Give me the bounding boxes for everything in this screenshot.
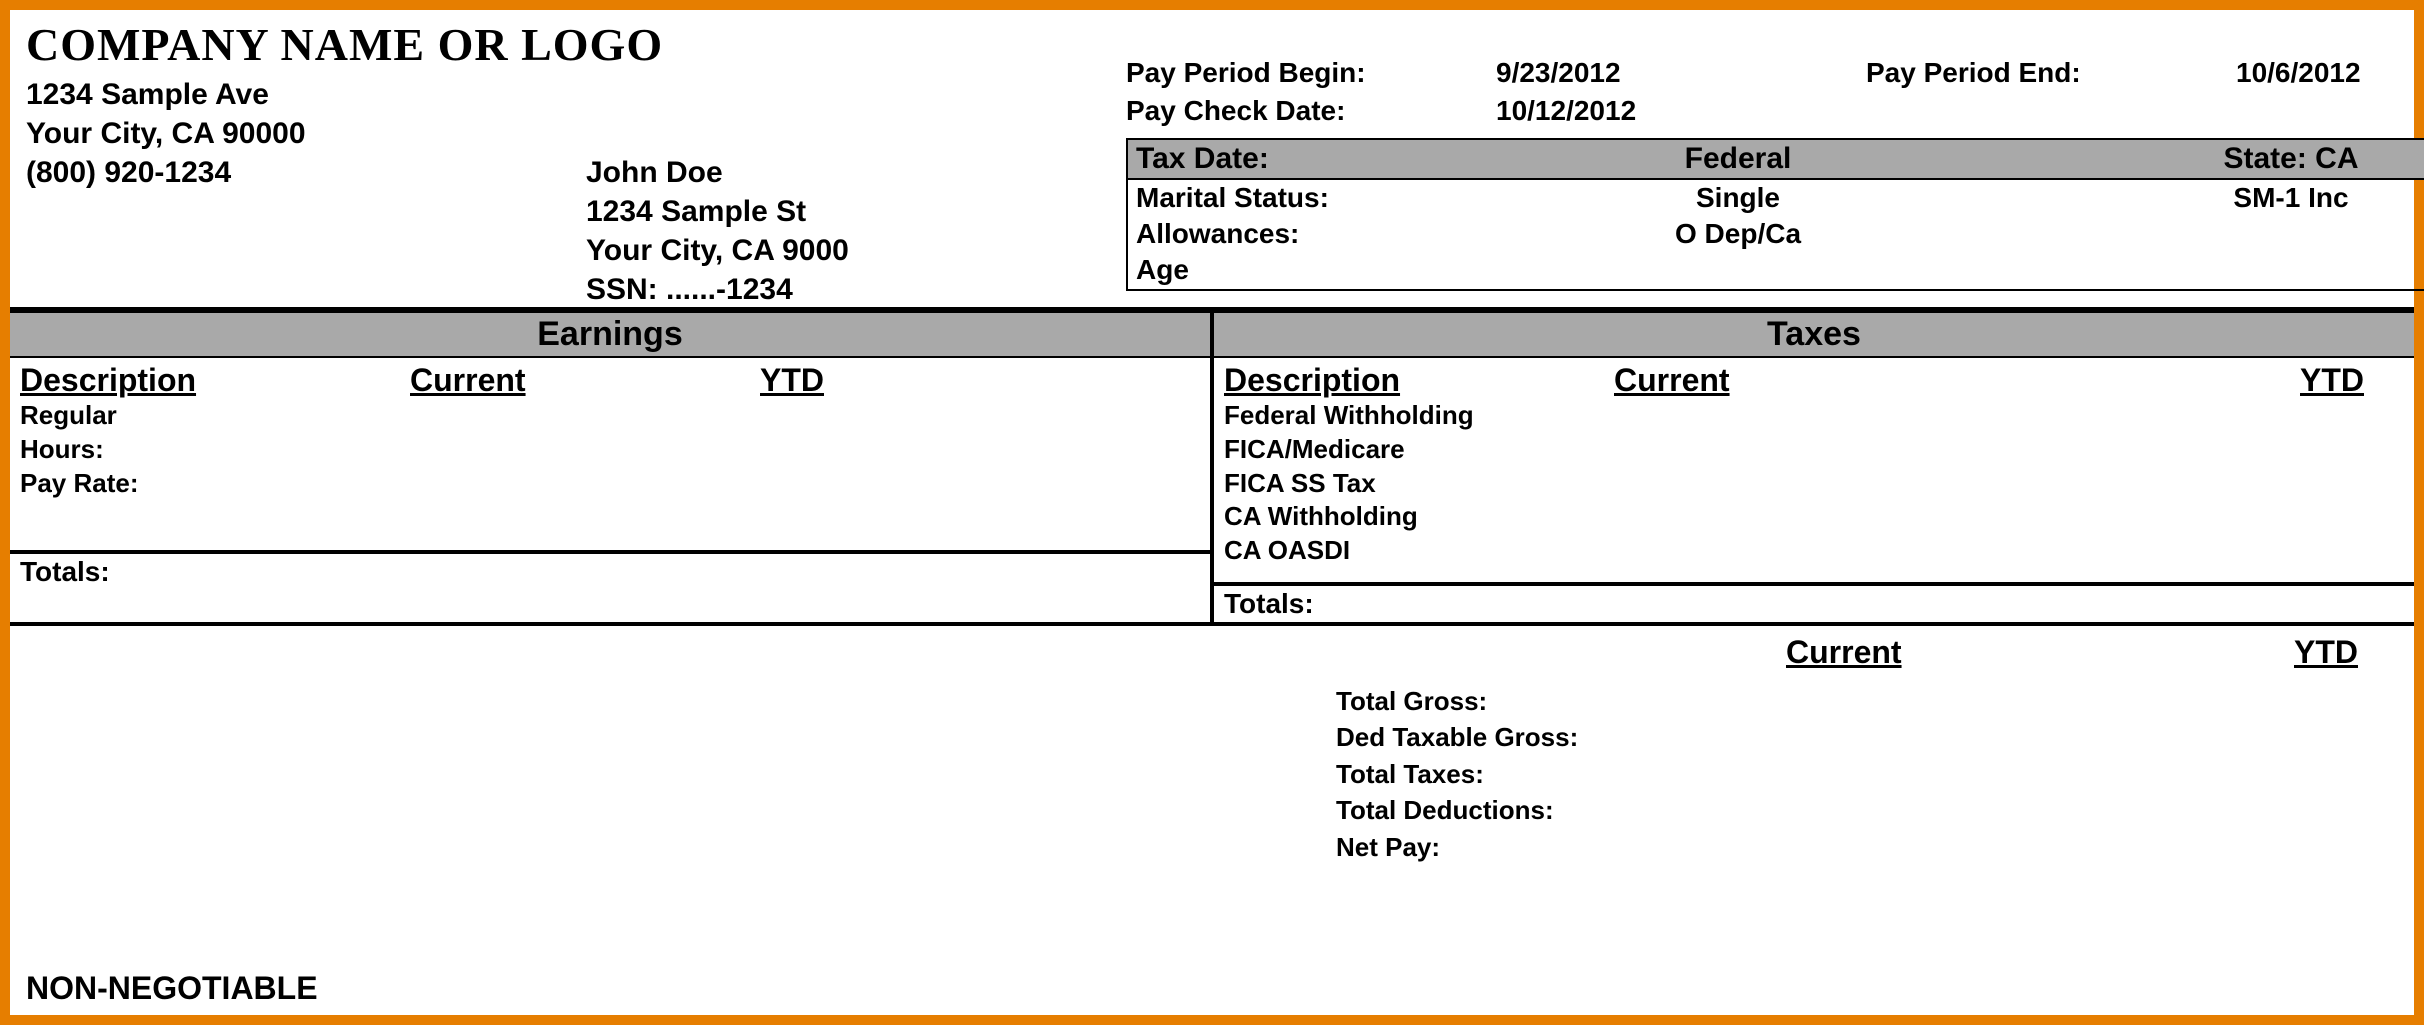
earnings-taxes-section: Earnings Description Current YTD Regular… xyxy=(10,307,2414,626)
company-phone: (800) 920-1234 xyxy=(26,153,586,192)
summary-row: Ded Taxable Gross: xyxy=(1226,719,2398,755)
period-tax-block: Pay Period Begin: 9/23/2012 Pay Period E… xyxy=(1126,18,2424,309)
summary-ytd-header: YTD xyxy=(2206,634,2398,671)
earnings-current-header: Current xyxy=(410,362,760,399)
earnings-totals: Totals: xyxy=(10,550,1210,590)
total-taxes-label: Total Taxes: xyxy=(1226,756,1786,792)
allowances-state xyxy=(1978,216,2424,252)
earnings-item: Pay Rate: xyxy=(20,467,1200,501)
total-deductions-label: Total Deductions: xyxy=(1226,792,1786,828)
taxes-ytd-header: YTD xyxy=(2154,362,2404,399)
employee-name: John Doe xyxy=(586,153,849,192)
summary-row: Net Pay: xyxy=(1226,829,2398,865)
summary-body: Total Gross: Ded Taxable Gross: Total Ta… xyxy=(1226,671,2398,865)
earnings-items: Regular Hours: Pay Rate: xyxy=(10,399,1210,550)
summary-left: NON-NEGOTIABLE xyxy=(26,634,1226,1015)
tax-info-body: Marital Status: Single SM-1 Inc Allowanc… xyxy=(1128,180,2424,289)
taxes-item: FICA SS Tax xyxy=(1224,467,2404,501)
total-gross-label: Total Gross: xyxy=(1226,683,1786,719)
non-negotiable-text: NON-NEGOTIABLE xyxy=(26,970,1226,1015)
ded-taxable-gross-label: Ded Taxable Gross: xyxy=(1226,719,1786,755)
taxes-totals: Totals: xyxy=(1214,582,2414,622)
pay-period-begin-label: Pay Period Begin: xyxy=(1126,54,1496,92)
company-address-line2: Your City, CA 90000 xyxy=(26,114,586,153)
tax-info-table: Tax Date: Federal State: CA Marital Stat… xyxy=(1126,138,2424,291)
company-address-line1: 1234 Sample Ave xyxy=(26,75,586,114)
allowances-federal: O Dep/Ca xyxy=(1498,216,1978,252)
taxes-column: Taxes Description Current YTD Federal Wi… xyxy=(1212,313,2414,626)
net-pay-label: Net Pay: xyxy=(1226,829,1786,865)
tax-date-label: Tax Date: xyxy=(1128,140,1498,178)
earnings-header-row: Description Current YTD xyxy=(10,358,1210,399)
summary-row: Total Taxes: xyxy=(1226,756,2398,792)
paystub-document: COMPANY NAME OR LOGO 1234 Sample Ave You… xyxy=(0,0,2424,1025)
earnings-item: Regular xyxy=(20,399,1200,433)
summary-row: Total Gross: xyxy=(1226,683,2398,719)
age-federal xyxy=(1498,252,1978,288)
employee-address-line2: Your City, CA 9000 xyxy=(586,231,849,270)
tax-row: Allowances: O Dep/Ca xyxy=(1128,216,2424,252)
marital-status-label: Marital Status: xyxy=(1128,180,1498,216)
taxes-header-row: Description Current YTD xyxy=(1214,358,2414,399)
marital-status-state: SM-1 Inc xyxy=(1978,180,2424,216)
pay-period-end-value: 10/6/2012 xyxy=(2236,54,2424,92)
summary-row: Total Deductions: xyxy=(1226,792,2398,828)
summary-current-header: Current xyxy=(1786,634,2206,671)
taxes-current-header: Current xyxy=(1614,362,2154,399)
tax-row: Marital Status: Single SM-1 Inc xyxy=(1128,180,2424,216)
company-employee-block: COMPANY NAME OR LOGO 1234 Sample Ave You… xyxy=(26,18,1126,309)
age-label: Age xyxy=(1128,252,1498,288)
summary-spacer xyxy=(1226,634,1786,671)
pay-period-begin-value: 9/23/2012 xyxy=(1496,54,1866,92)
taxes-items: Federal Withholding FICA/Medicare FICA S… xyxy=(1214,399,2414,582)
tax-row: Age xyxy=(1128,252,2424,288)
taxes-title: Taxes xyxy=(1214,313,2414,358)
company-address: 1234 Sample Ave Your City, CA 90000 (800… xyxy=(26,75,586,309)
age-state xyxy=(1978,252,2424,288)
taxes-item: CA OASDI xyxy=(1224,534,2404,568)
earnings-desc-header: Description xyxy=(20,362,410,399)
header-section: COMPANY NAME OR LOGO 1234 Sample Ave You… xyxy=(10,10,2414,309)
summary-section: NON-NEGOTIABLE Current YTD Total Gross: … xyxy=(10,626,2414,1015)
employee-address-line1: 1234 Sample St xyxy=(586,192,849,231)
pay-period-row2: Pay Check Date: 10/12/2012 xyxy=(1126,92,2424,130)
taxes-item: CA Withholding xyxy=(1224,500,2404,534)
summary-header-row: Current YTD xyxy=(1226,634,2398,671)
pay-period-row1: Pay Period Begin: 9/23/2012 Pay Period E… xyxy=(1126,54,2424,92)
tax-info-header: Tax Date: Federal State: CA xyxy=(1128,140,2424,180)
earnings-item: Hours: xyxy=(20,433,1200,467)
company-name: COMPANY NAME OR LOGO xyxy=(26,18,1126,71)
employee-ssn: SSN: ......-1234 xyxy=(586,270,849,309)
taxes-item: Federal Withholding xyxy=(1224,399,2404,433)
allowances-label: Allowances: xyxy=(1128,216,1498,252)
pay-check-date-value: 10/12/2012 xyxy=(1496,92,1866,130)
marital-status-federal: Single xyxy=(1498,180,1978,216)
pay-check-date-label: Pay Check Date: xyxy=(1126,92,1496,130)
taxes-desc-header: Description xyxy=(1224,362,1614,399)
pay-period-end-label: Pay Period End: xyxy=(1866,54,2236,92)
tax-federal-label: Federal xyxy=(1498,140,1978,178)
earnings-title: Earnings xyxy=(10,313,1210,358)
summary-right: Current YTD Total Gross: Ded Taxable Gro… xyxy=(1226,634,2398,1015)
taxes-item: FICA/Medicare xyxy=(1224,433,2404,467)
earnings-ytd-header: YTD xyxy=(760,362,1200,399)
tax-state-label: State: CA xyxy=(1978,140,2424,178)
employee-address: John Doe 1234 Sample St Your City, CA 90… xyxy=(586,75,849,309)
earnings-column: Earnings Description Current YTD Regular… xyxy=(10,313,1212,626)
